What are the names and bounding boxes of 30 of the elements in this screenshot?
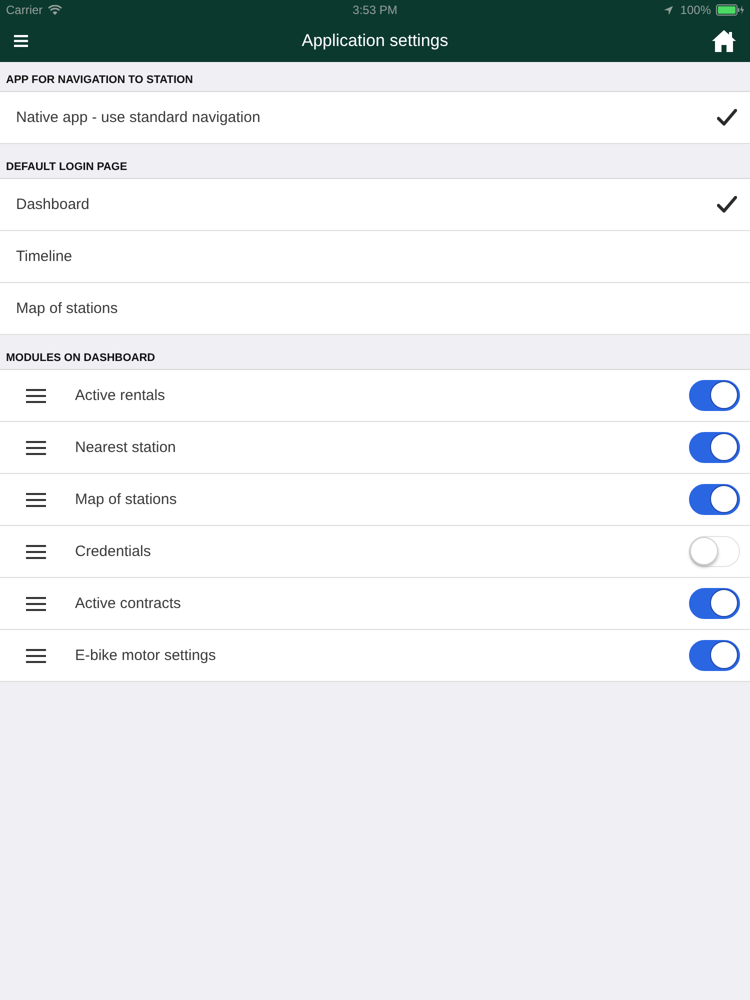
location-arrow-icon (664, 6, 674, 14)
menu-icon[interactable] (14, 35, 28, 47)
option-row[interactable]: Native app - use standard navigation (0, 92, 750, 144)
battery-icon (716, 4, 744, 16)
wifi-icon (48, 5, 62, 15)
drag-handle-icon[interactable] (26, 492, 46, 506)
clock-time: 3:53 PM (352, 3, 398, 17)
module-label: E-bike motor settings (75, 647, 217, 664)
drag-handle-icon[interactable] (26, 544, 46, 558)
drag-handle-icon[interactable] (26, 596, 46, 610)
drag-handle-icon[interactable] (26, 440, 46, 454)
module-label: Active rentals (75, 387, 166, 404)
option-row[interactable]: Timeline (0, 231, 750, 283)
option-row[interactable]: Dashboard (0, 179, 750, 231)
page-title: Application settings (302, 31, 448, 51)
option-row[interactable]: Map of stations (0, 283, 750, 335)
toggle-switch[interactable] (689, 432, 740, 463)
module-label: Nearest station (75, 439, 177, 456)
battery-percent: 100% (680, 3, 711, 17)
drag-handle-icon[interactable] (26, 648, 46, 662)
module-label: Credentials (75, 543, 152, 560)
home-icon[interactable] (711, 29, 737, 53)
drag-handle-icon[interactable] (26, 388, 46, 402)
carrier-label: Carrier (6, 3, 43, 17)
toggle-switch[interactable] (689, 640, 740, 671)
module-label: Map of stations (75, 491, 178, 508)
toggle-switch[interactable] (689, 484, 740, 515)
toggle-switch[interactable] (689, 380, 740, 411)
toggle-switch[interactable] (689, 588, 740, 619)
module-label: Active contracts (75, 595, 182, 612)
